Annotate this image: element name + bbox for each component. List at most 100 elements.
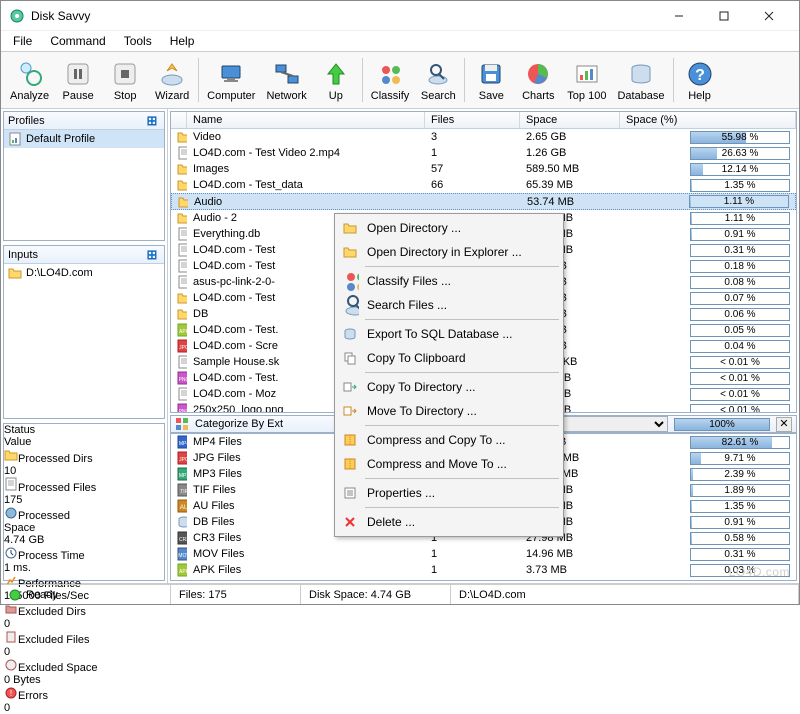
- menu-help[interactable]: Help: [162, 32, 203, 50]
- svg-text:TIF: TIF: [180, 489, 187, 495]
- ctx-classify-files[interactable]: Classify Files ...: [337, 269, 561, 293]
- ctx-open-directory[interactable]: Open Directory ...: [337, 216, 561, 240]
- au-icon: AU: [177, 499, 187, 513]
- titlebar: Disk Savvy: [1, 1, 799, 31]
- wizard-icon: [157, 59, 187, 89]
- classify-button[interactable]: Classify: [366, 54, 415, 106]
- context-menu[interactable]: Open Directory ...Open Directory in Expl…: [334, 213, 564, 537]
- table-row[interactable]: LO4D.com - Test_data6665.39 MB1.35 %: [171, 177, 796, 193]
- col-space[interactable]: Space: [520, 112, 620, 128]
- ctx-export-to-sql-database[interactable]: Export To SQL Database ...: [337, 322, 561, 346]
- percent-bar: 0.91 %: [690, 228, 790, 241]
- svg-text:MP4: MP4: [179, 441, 187, 447]
- close-button[interactable]: [746, 2, 791, 30]
- top 100-button[interactable]: Top 100: [562, 54, 611, 106]
- file-icon: [177, 259, 187, 273]
- up-icon: [321, 59, 351, 89]
- table-row[interactable]: APKAPK Files13.73 MB0.03 %: [171, 562, 796, 578]
- search-icon: [341, 297, 359, 313]
- status-col-value[interactable]: Value: [4, 436, 164, 448]
- inputs-list[interactable]: D:\LO4D.com: [4, 264, 164, 418]
- charts-button[interactable]: Charts: [515, 54, 561, 106]
- folder-icon: [178, 195, 188, 209]
- profiles-list[interactable]: Default Profile: [4, 130, 164, 240]
- status-row: Processed Space4.74 GB: [4, 506, 164, 546]
- ctx-open-directory-in-explorer[interactable]: Open Directory in Explorer ...: [337, 240, 561, 264]
- database-button[interactable]: Database: [612, 54, 669, 106]
- status-col-status[interactable]: Status: [4, 424, 104, 436]
- ctx-move-to-directory[interactable]: Move To Directory ...: [337, 399, 561, 423]
- table-row[interactable]: MOVMOV Files114.96 MB0.31 %: [171, 546, 796, 562]
- percent-bar: 1.11 %: [690, 212, 790, 225]
- add-input-icon[interactable]: ⊞: [144, 247, 160, 263]
- col-icon[interactable]: [171, 112, 187, 128]
- apk-icon: APK: [177, 323, 187, 337]
- menu-command[interactable]: Command: [42, 32, 113, 50]
- list-item[interactable]: D:\LO4D.com: [4, 264, 164, 282]
- col-files[interactable]: Files: [425, 112, 520, 128]
- percent-bar: 55.98 %: [690, 131, 790, 144]
- status-row: Excluded Files0: [4, 630, 164, 658]
- analyze-icon: [15, 59, 45, 89]
- analyze-button[interactable]: Analyze: [5, 54, 54, 106]
- mov-icon: MOV: [177, 547, 187, 561]
- col-name[interactable]: Name: [187, 112, 425, 128]
- save-icon: [476, 59, 506, 89]
- folder-icon: [177, 291, 187, 305]
- svg-text:APK: APK: [179, 329, 187, 335]
- up-button[interactable]: Up: [313, 54, 359, 106]
- percent-bar: 1.11 %: [689, 195, 789, 208]
- status-row: Excluded Dirs0: [4, 602, 164, 630]
- col-pct[interactable]: Space (%): [620, 112, 796, 128]
- percent-bar: 26.63 %: [690, 147, 790, 160]
- copyto-icon: [341, 379, 359, 395]
- svg-text:JPG: JPG: [179, 457, 187, 463]
- top100-icon: [572, 59, 602, 89]
- menu-file[interactable]: File: [5, 32, 40, 50]
- stop-icon: [110, 59, 140, 89]
- table-row[interactable]: LO4D.com - Test Video 2.mp411.26 GB26.63…: [171, 145, 796, 161]
- menu-tools[interactable]: Tools: [116, 32, 160, 50]
- table-row[interactable]: Audio53.74 MB1.11 %: [171, 193, 796, 210]
- status-row: Process Time1 ms.: [4, 546, 164, 574]
- moveto-icon: [341, 403, 359, 419]
- svg-text:!: !: [10, 689, 12, 698]
- percent-bar: 0.08 %: [690, 276, 790, 289]
- add-profile-icon[interactable]: ⊞: [144, 113, 160, 129]
- watermark: LO4D.com: [729, 565, 790, 579]
- folder-icon: [8, 266, 22, 280]
- percent-bar: 0.06 %: [690, 308, 790, 321]
- svg-text:PNG: PNG: [179, 377, 187, 383]
- table-row[interactable]: Images57589.50 MB12.14 %: [171, 161, 796, 177]
- ctx-copy-to-directory[interactable]: Copy To Directory ...: [337, 375, 561, 399]
- file-icon: [177, 146, 187, 160]
- pause-button[interactable]: Pause: [55, 54, 101, 106]
- mp4-icon: MP4: [177, 435, 187, 449]
- jpg-icon: JPG: [177, 451, 187, 465]
- help-button[interactable]: ?Help: [677, 54, 723, 106]
- minimize-button[interactable]: [656, 2, 701, 30]
- exfile-icon: [4, 630, 18, 644]
- ctx-properties[interactable]: Properties ...: [337, 481, 561, 505]
- maximize-button[interactable]: [701, 2, 746, 30]
- network-button[interactable]: Network: [261, 54, 311, 106]
- ctx-delete[interactable]: Delete ...: [337, 510, 561, 534]
- list-item[interactable]: Default Profile: [4, 130, 164, 148]
- computer-button[interactable]: Computer: [202, 54, 260, 106]
- stop-button[interactable]: Stop: [102, 54, 148, 106]
- wizard-button[interactable]: Wizard: [149, 54, 195, 106]
- svg-text:CR3: CR3: [179, 537, 187, 543]
- folder-icon: [177, 211, 187, 225]
- close-categorize-icon[interactable]: ✕: [776, 417, 792, 432]
- help-icon: ?: [685, 59, 715, 89]
- table-row[interactable]: Video32.65 GB55.98 %: [171, 129, 796, 145]
- search-button[interactable]: Search: [415, 54, 461, 106]
- folder-icon: [4, 448, 18, 462]
- ctx-compress-and-copy-to[interactable]: Compress and Copy To ...: [337, 428, 561, 452]
- ctx-copy-to-clipboard[interactable]: Copy To Clipboard: [337, 346, 561, 370]
- png-icon: PNG: [177, 403, 187, 412]
- status-row: Processed Dirs10: [4, 448, 164, 477]
- ctx-compress-and-move-to[interactable]: Compress and Move To ...: [337, 452, 561, 476]
- ctx-search-files[interactable]: Search Files ...: [337, 293, 561, 317]
- save-button[interactable]: Save: [468, 54, 514, 106]
